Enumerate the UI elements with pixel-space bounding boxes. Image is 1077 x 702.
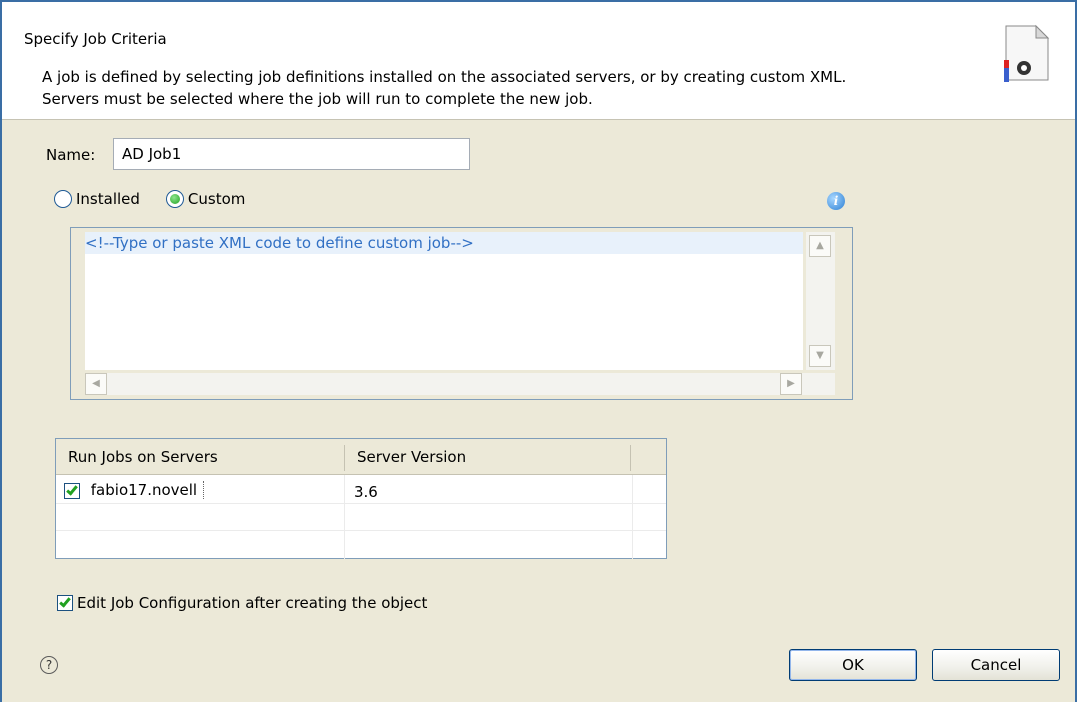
name-label: Name: — [46, 146, 96, 164]
scroll-right-icon[interactable]: ▶ — [780, 373, 802, 395]
edit-config-label[interactable]: Edit Job Configuration after creating th… — [77, 594, 427, 612]
servers-table: Run Jobs on Servers Server Version fabio… — [55, 438, 667, 559]
custom-radio[interactable] — [165, 190, 184, 208]
horizontal-scrollbar[interactable]: ◀ ▶ — [85, 373, 835, 395]
scroll-left-icon[interactable]: ◀ — [85, 373, 107, 395]
job-document-icon — [1002, 24, 1050, 82]
installed-radio-label[interactable]: Installed — [76, 190, 140, 208]
column-header-version[interactable]: Server Version — [345, 439, 629, 475]
name-input[interactable]: AD Job1 — [113, 138, 470, 170]
server-version: 3.6 — [354, 483, 378, 501]
wizard-window: Specify Job Criteria A job is defined by… — [0, 0, 1077, 702]
xml-editor[interactable]: <!--Type or paste XML code to define cus… — [70, 227, 853, 400]
help-icon[interactable]: ? — [40, 656, 58, 674]
description-line-1: A job is defined by selecting job defini… — [42, 68, 847, 86]
xml-text-area[interactable]: <!--Type or paste XML code to define cus… — [85, 232, 803, 370]
info-icon[interactable]: i — [827, 192, 845, 210]
edit-config-checkbox[interactable] — [57, 595, 73, 611]
server-checkbox[interactable] — [64, 482, 80, 499]
wizard-header: Specify Job Criteria A job is defined by… — [2, 2, 1075, 120]
scroll-down-icon[interactable]: ▼ — [809, 345, 831, 367]
installed-radio[interactable] — [54, 190, 72, 208]
xml-placeholder-line[interactable]: <!--Type or paste XML code to define cus… — [85, 232, 803, 254]
page-title: Specify Job Criteria — [24, 30, 167, 48]
cancel-button[interactable]: Cancel — [932, 649, 1060, 681]
page-description: A job is defined by selecting job defini… — [42, 66, 846, 110]
table-header: Run Jobs on Servers Server Version — [56, 439, 666, 475]
ok-button[interactable]: OK — [789, 649, 917, 681]
table-row[interactable]: fabio17.novell — [64, 476, 205, 504]
description-line-2: Servers must be selected where the job w… — [42, 90, 593, 108]
custom-radio-label[interactable]: Custom — [188, 190, 245, 208]
edit-config-option[interactable]: Edit Job Configuration after creating th… — [57, 594, 427, 612]
server-name: fabio17.novell — [90, 481, 205, 499]
scroll-up-icon[interactable]: ▲ — [809, 235, 831, 257]
column-header-servers[interactable]: Run Jobs on Servers — [56, 439, 344, 475]
vertical-scrollbar[interactable]: ▲ ▼ — [806, 232, 835, 370]
source-radio-group: Installed Custom — [54, 190, 271, 208]
